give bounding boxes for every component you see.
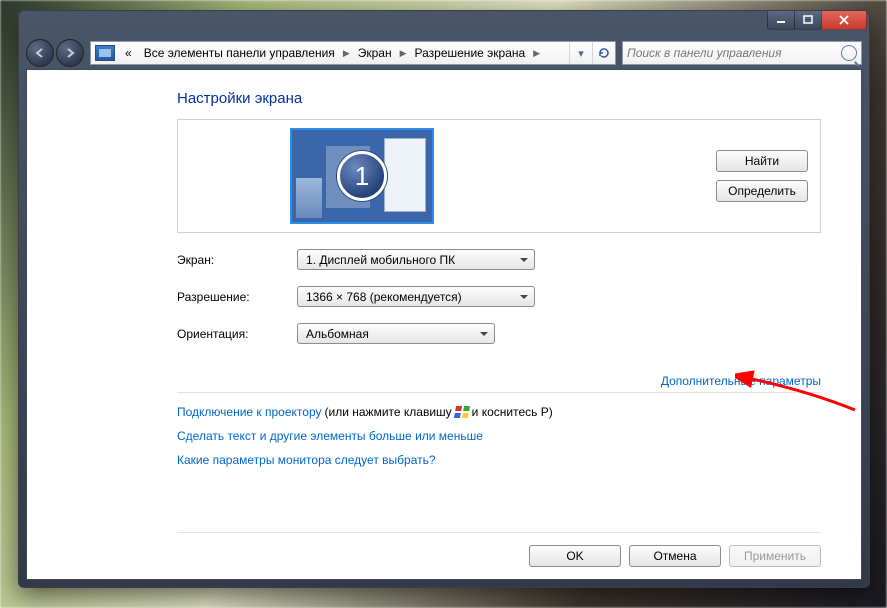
breadcrumb-sep-icon: ▶ [531, 48, 542, 59]
back-button[interactable] [26, 39, 54, 67]
display-combo[interactable]: 1. Дисплей мобильного ПК [297, 249, 535, 270]
nav-bar: « Все элементы панели управления ▶ Экран… [26, 37, 862, 69]
orientation-combo[interactable]: Альбомная [297, 323, 495, 344]
windows-key-icon [454, 406, 470, 418]
text-size-link[interactable]: Сделать текст и другие элементы больше и… [177, 429, 483, 443]
breadcrumb-prefix: « [119, 42, 138, 64]
display-preview: 1 Найти Определить [177, 119, 821, 233]
breadcrumb-sep-icon: ▶ [398, 48, 409, 59]
minimize-button[interactable] [767, 10, 795, 30]
address-dropdown-button[interactable]: ▾ [569, 42, 592, 64]
resolution-label: Разрешение: [177, 290, 297, 304]
projector-hint-b: и коснитесь P) [472, 405, 553, 419]
breadcrumb-item[interactable]: Разрешение экрана [409, 42, 532, 64]
monitor-thumbnail[interactable]: 1 [290, 128, 434, 224]
detect-button[interactable]: Найти [716, 150, 808, 172]
identify-button[interactable]: Определить [716, 180, 808, 202]
close-button[interactable] [821, 10, 867, 30]
maximize-button[interactable] [794, 10, 822, 30]
projector-hint-a: (или нажмите клавишу [325, 405, 452, 419]
search-icon [841, 45, 857, 61]
resolution-combo[interactable]: 1366 × 768 (рекомендуется) [297, 286, 535, 307]
control-panel-window: « Все элементы панели управления ▶ Экран… [18, 10, 870, 588]
cancel-button[interactable]: Отмена [629, 545, 721, 567]
projector-link[interactable]: Подключение к проектору [177, 405, 322, 419]
dialog-footer: OK Отмена Применить [177, 532, 821, 567]
orientation-label: Ориентация: [177, 327, 297, 341]
forward-button[interactable] [56, 39, 84, 67]
search-placeholder: Поиск в панели управления [627, 46, 782, 60]
refresh-button[interactable] [592, 42, 615, 64]
control-panel-icon [95, 45, 115, 61]
content-area: Настройки экрана 1 Найти Определить Экра… [26, 69, 862, 580]
advanced-settings-link[interactable]: Дополнительные параметры [661, 374, 821, 388]
titlebar [19, 11, 869, 37]
breadcrumb-item[interactable]: Все элементы панели управления [138, 42, 341, 64]
ok-button[interactable]: OK [529, 545, 621, 567]
search-input[interactable]: Поиск в панели управления [622, 41, 862, 65]
apply-button: Применить [729, 545, 821, 567]
monitor-number: 1 [337, 151, 387, 201]
page-title: Настройки экрана [177, 90, 821, 107]
display-label: Экран: [177, 253, 297, 267]
breadcrumb-item[interactable]: Экран [352, 42, 398, 64]
monitor-help-link[interactable]: Какие параметры монитора следует выбрать… [177, 453, 436, 467]
address-bar[interactable]: « Все элементы панели управления ▶ Экран… [90, 41, 616, 65]
breadcrumb-sep-icon: ▶ [341, 48, 352, 59]
